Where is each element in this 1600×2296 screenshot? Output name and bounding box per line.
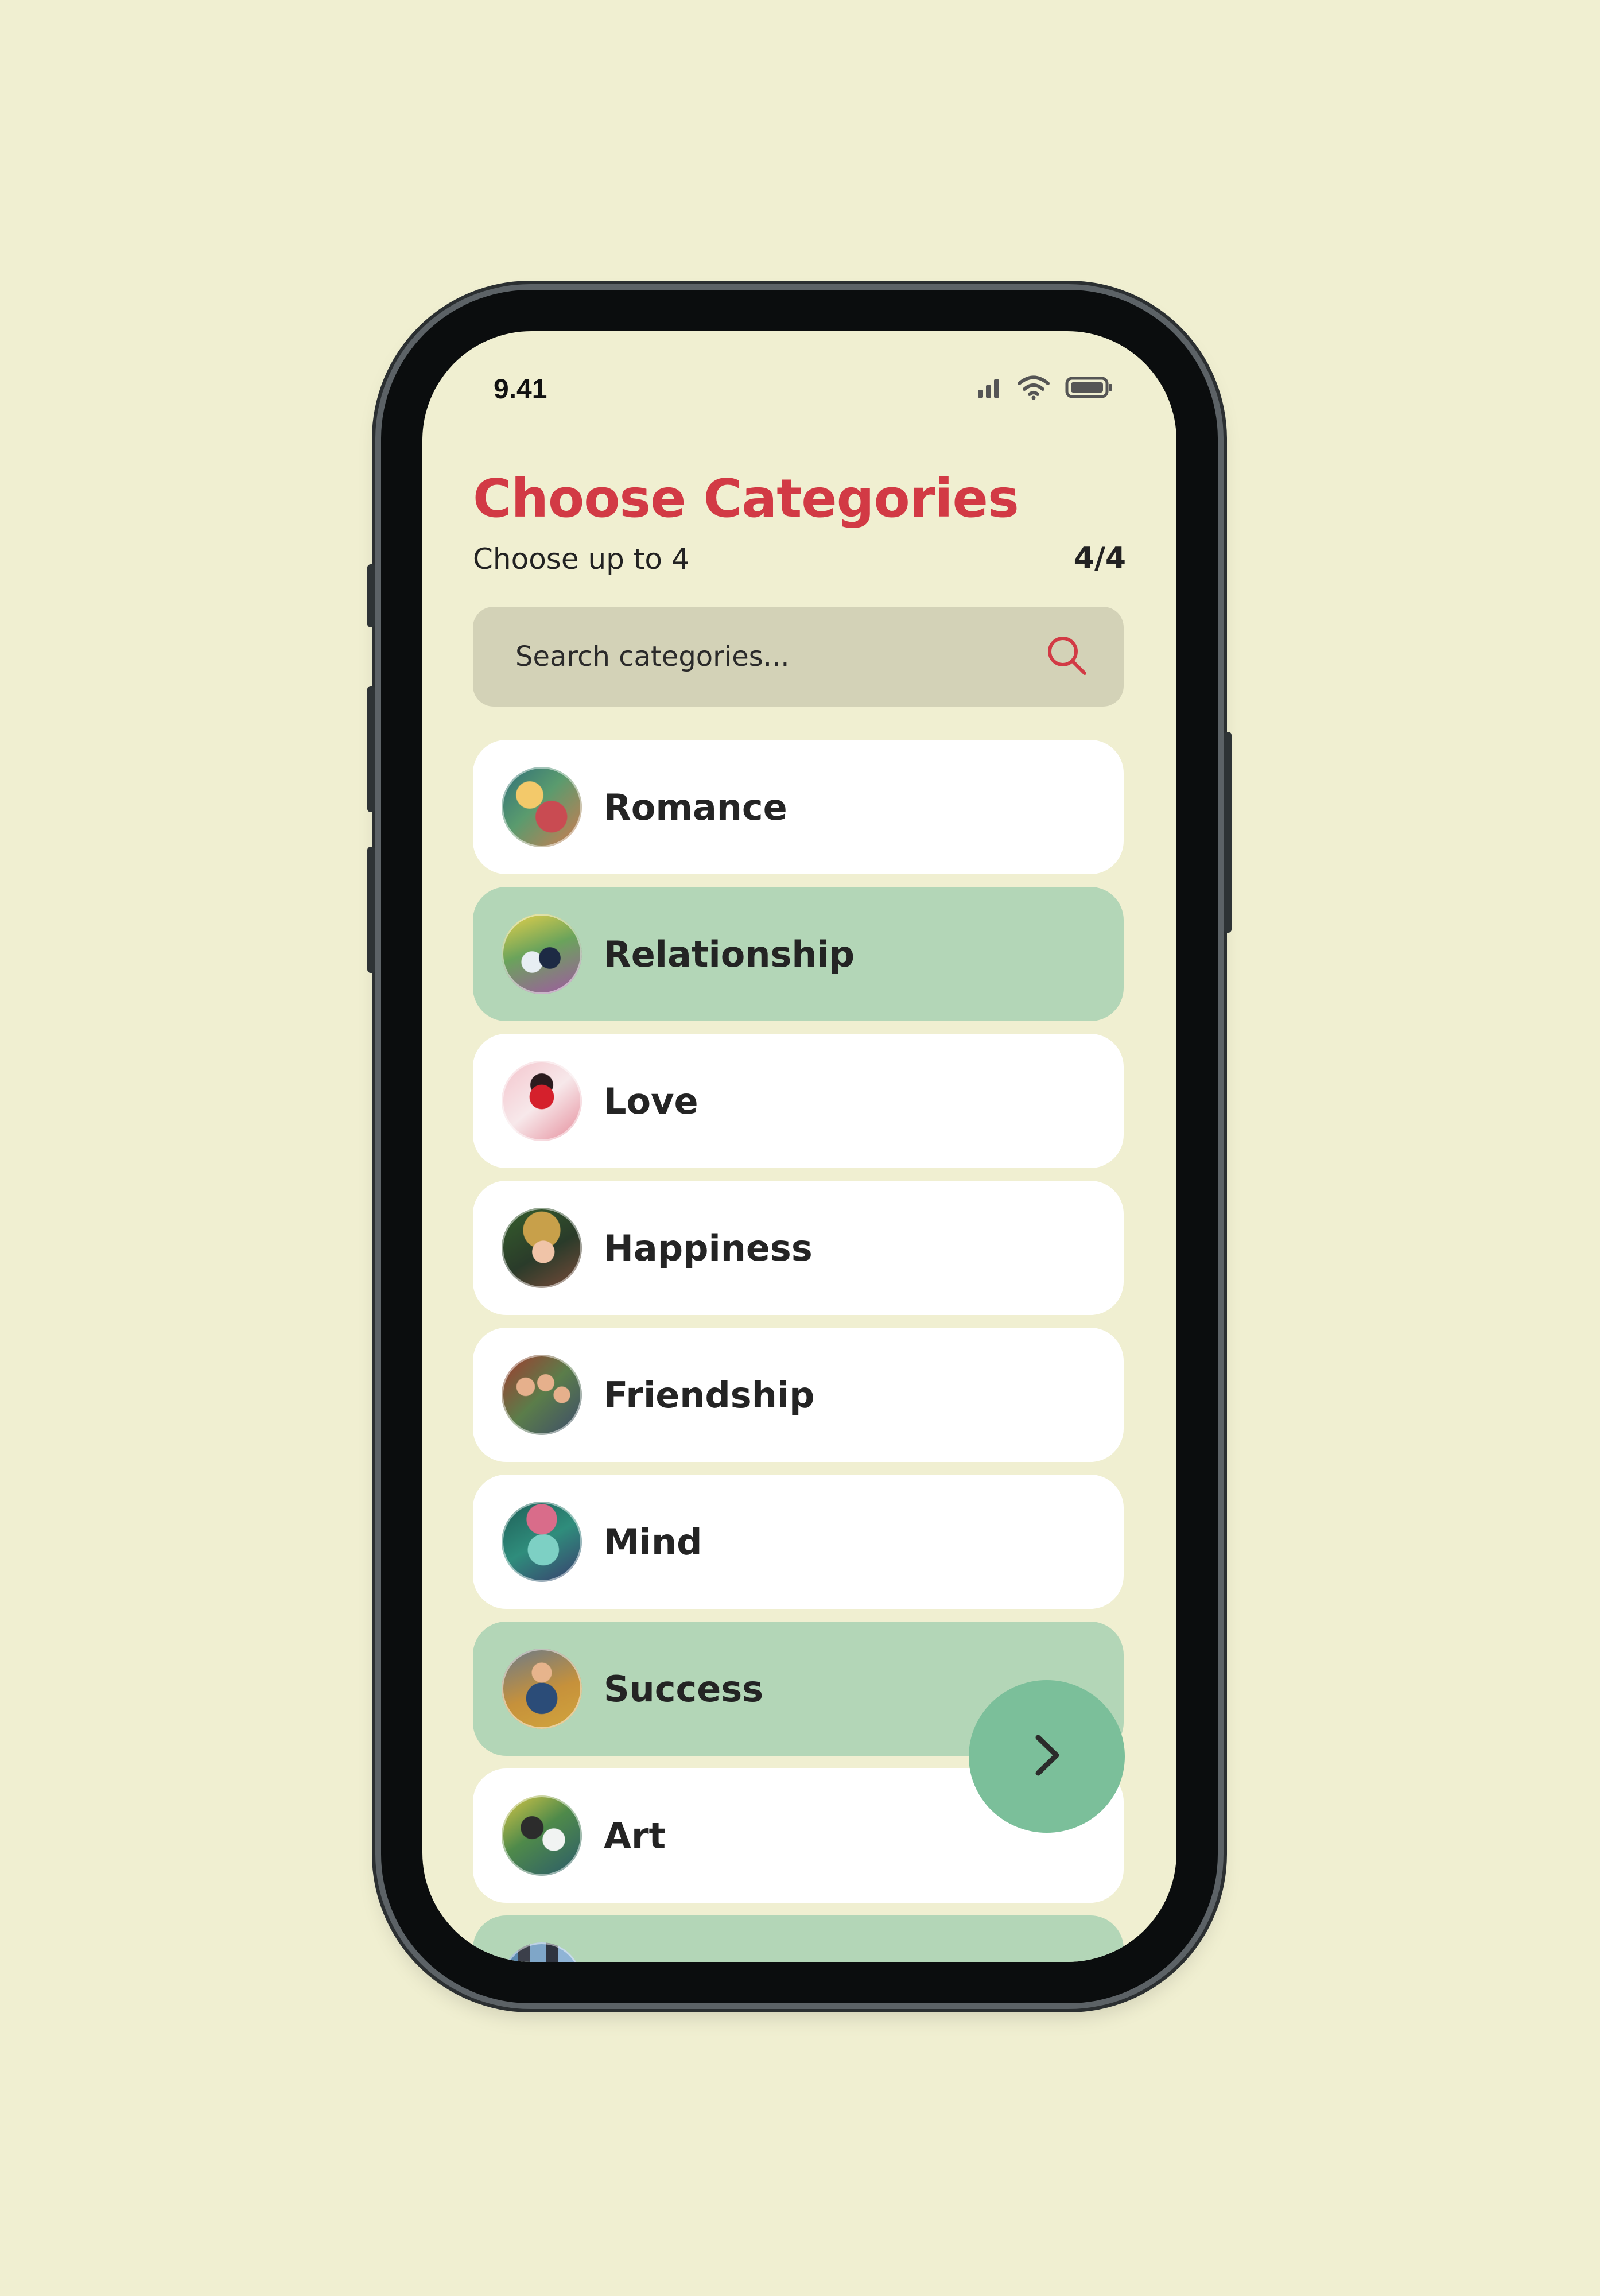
- volume-up-button: [367, 686, 375, 812]
- partial-avatar: [502, 1942, 582, 1962]
- search-input[interactable]: [514, 640, 1044, 673]
- category-item-romance[interactable]: Romance: [473, 740, 1124, 874]
- happiness-avatar: [502, 1208, 582, 1288]
- category-item-partial[interactable]: [473, 1915, 1124, 1962]
- category-label: Mind: [604, 1521, 702, 1563]
- signal-icon: [977, 376, 1002, 401]
- mind-avatar: [502, 1502, 582, 1582]
- status-time: 9.41: [494, 374, 547, 405]
- selection-counter: 4/4: [1073, 541, 1126, 576]
- success-avatar: [502, 1649, 582, 1729]
- screen: 9.41 Choose Categories Choose up to 4 4/…: [422, 331, 1176, 1962]
- page-title: Choose Categories: [473, 468, 1019, 529]
- category-item-love[interactable]: Love: [473, 1034, 1124, 1168]
- selection-hint: Choose up to 4: [473, 542, 690, 576]
- phone-frame: 9.41 Choose Categories Choose up to 4 4/…: [367, 290, 1232, 2003]
- chevron-right-icon: [1027, 1729, 1067, 1783]
- art-avatar: [502, 1795, 582, 1876]
- power-button: [1224, 732, 1232, 933]
- category-label: Success: [604, 1667, 764, 1710]
- category-label: Friendship: [604, 1374, 815, 1416]
- search-icon[interactable]: [1044, 633, 1089, 680]
- category-label: Romance: [604, 786, 787, 828]
- category-item-friendship[interactable]: Friendship: [473, 1328, 1124, 1462]
- silent-switch: [367, 564, 375, 627]
- relationship-avatar: [502, 914, 582, 994]
- next-button[interactable]: [969, 1680, 1125, 1833]
- category-item-happiness[interactable]: Happiness: [473, 1181, 1124, 1315]
- category-label: Happiness: [604, 1227, 813, 1269]
- status-icons: [977, 373, 1113, 405]
- category-item-relationship[interactable]: Relationship: [473, 887, 1124, 1021]
- search-bar[interactable]: [473, 607, 1124, 707]
- love-avatar: [502, 1061, 582, 1141]
- category-label: Love: [604, 1080, 698, 1122]
- friendship-avatar: [502, 1355, 582, 1435]
- category-label: Relationship: [604, 933, 855, 975]
- volume-down-button: [367, 847, 375, 973]
- category-label: Art: [604, 1814, 666, 1857]
- wifi-icon: [1017, 375, 1050, 402]
- battery-icon: [1065, 376, 1113, 401]
- romance-avatar: [502, 767, 582, 847]
- category-item-mind[interactable]: Mind: [473, 1475, 1124, 1609]
